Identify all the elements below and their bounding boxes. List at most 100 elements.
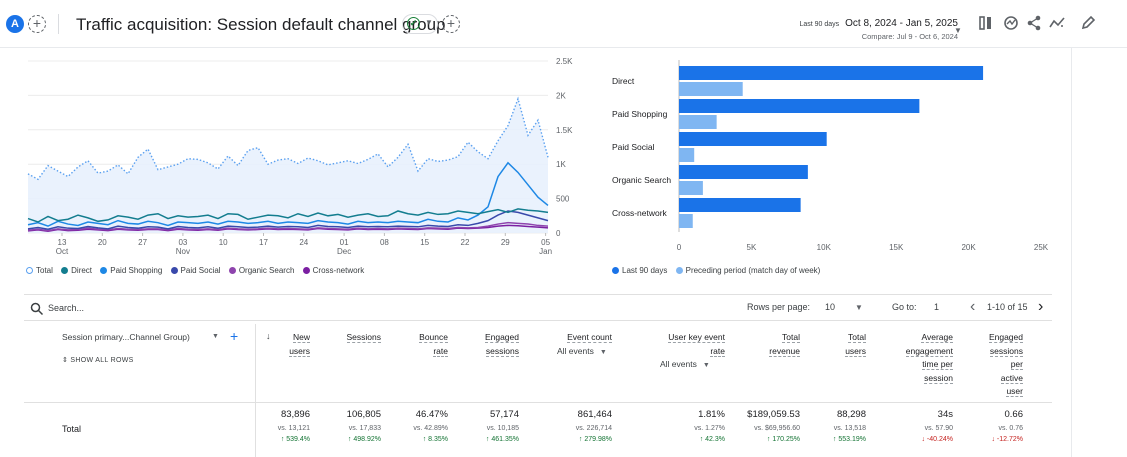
dimension-selector[interactable]: Session primary...Channel Group) — [62, 332, 190, 342]
bar-category-label: Cross-network — [612, 208, 668, 218]
column-header-text: per — [1010, 359, 1023, 370]
column-header-total-revenue[interactable]: Total revenue — [740, 331, 800, 358]
legend-label: Total — [36, 266, 53, 275]
column-header-sessions[interactable]: Sessions — [321, 331, 381, 345]
total-cell-total-users: 88,298 vs. 13,518 ↑ 553.19% — [776, 409, 866, 447]
x-tick-month-label: Jan — [539, 247, 552, 256]
legend-dot — [675, 267, 683, 274]
chevron-down-icon: ▼ — [599, 349, 607, 356]
column-header-text: revenue — [769, 345, 800, 357]
add-filter-icon[interactable]: + — [442, 15, 460, 33]
legend-item-organic-search[interactable]: Organic Search — [228, 266, 295, 275]
date-range-label: Last 90 days — [799, 21, 840, 28]
edit-icon[interactable] — [1080, 14, 1096, 32]
y-tick-label: 0 — [556, 229, 561, 238]
x-tick-month-label: Nov — [176, 247, 190, 256]
date-chevron-down-icon[interactable]: ▼ — [954, 26, 962, 35]
chevron-down-icon: ▼ — [425, 18, 433, 27]
account-avatar[interactable]: A — [6, 15, 24, 33]
legend-item-last-90-days[interactable]: Last 90 days — [612, 266, 667, 275]
legend-item-paid-social[interactable]: Paid Social — [170, 266, 221, 275]
column-header-event-count[interactable]: Event count — [532, 331, 612, 345]
column-header-new-users[interactable]: New users — [250, 331, 310, 358]
bar-previous-direct — [679, 82, 743, 96]
trend-icon[interactable] — [1049, 14, 1065, 32]
legend-label: Cross-network — [312, 266, 365, 275]
x-tick-label: 20K — [961, 243, 976, 252]
compare-value: vs. 226,714 — [575, 425, 612, 432]
show-all-rows-button[interactable]: ⇕ SHOW ALL ROWS — [62, 356, 134, 364]
x-tick-label: 03 — [178, 238, 187, 247]
page-title: Traffic acquisition: Session default cha… — [76, 15, 446, 34]
date-range-picker[interactable]: Last 90 days Oct 8, 2024 - Jan 5, 2025 Co… — [760, 18, 958, 41]
header-divider — [58, 14, 59, 34]
column-header-engaged-sessions[interactable]: Engaged sessions — [459, 331, 519, 358]
bar-category-label: Paid Social — [612, 142, 655, 152]
bar-category-label: Paid Shopping — [612, 109, 668, 119]
column-header-text: Total — [782, 332, 800, 343]
legend-dot — [228, 267, 236, 274]
legend-label: Direct — [71, 266, 93, 275]
x-tick-label: 08 — [380, 238, 389, 247]
column-header-text: session — [924, 372, 953, 384]
column-header-text: Sessions — [346, 332, 381, 343]
delta-value: ↑ 553.19% — [832, 436, 866, 443]
column-header-text: engagement — [905, 345, 953, 357]
x-tick-label: 25K — [1034, 243, 1049, 252]
column-header-bounce-rate[interactable]: Bounce rate — [388, 331, 448, 358]
chevron-down-icon: ▼ — [702, 362, 710, 369]
legend-dot — [61, 267, 69, 274]
column-header-text: sessions — [989, 345, 1023, 357]
metric-filter-dropdown[interactable]: All events ▼ — [660, 359, 710, 369]
add-comparison-icon[interactable]: + — [28, 15, 46, 33]
x-tick-month-label: Oct — [56, 247, 69, 256]
column-header-text: Bounce — [419, 332, 448, 343]
legend-item-direct[interactable]: Direct — [61, 266, 92, 275]
column-header-text: rate — [433, 345, 448, 357]
bar-previous-paid-shopping — [679, 115, 717, 129]
column-header-average-engagement-time-per-session[interactable]: Average engagement time per session — [883, 331, 953, 385]
legend-item-paid-shopping[interactable]: Paid Shopping — [100, 266, 162, 275]
x-tick-label: 05 — [541, 238, 550, 247]
compare-value: vs. 0.76 — [998, 425, 1023, 432]
total-value: 861,464 — [577, 409, 612, 420]
dimension-chevron-down-icon[interactable]: ▼ — [212, 333, 219, 340]
next-page-icon[interactable]: › — [1038, 298, 1043, 316]
legend-item-preceding-period[interactable]: Preceding period (match day of week) — [675, 266, 820, 275]
column-header-text: User key event — [668, 332, 725, 343]
bar-category-label: Direct — [612, 76, 635, 86]
share-icon[interactable] — [1026, 14, 1042, 32]
table-search-input[interactable] — [48, 301, 248, 315]
column-header-engaged-sessions-per-active-user[interactable]: Engaged sessions per active user — [973, 331, 1023, 399]
channel-bar-chart: Direct Paid Shopping Paid Social Organic Se… — [612, 60, 1049, 252]
compare-value: vs. 13,518 — [833, 425, 866, 432]
column-header-text: Engaged — [988, 332, 1023, 343]
legend-dot — [302, 267, 310, 274]
goto-page-input[interactable]: 1 — [934, 302, 939, 312]
x-tick-label: 27 — [138, 238, 147, 247]
legend-item-total[interactable]: Total — [26, 266, 53, 275]
legend-dot — [170, 267, 178, 274]
insights-icon[interactable] — [1003, 14, 1019, 32]
column-header-total-users[interactable]: Total users — [806, 331, 866, 358]
metric-filter-label: All events — [660, 359, 697, 369]
total-cell-event-count: 861,464 vs. 226,714 ↑ 279.98% — [522, 409, 612, 447]
legend-label: Organic Search — [238, 266, 295, 275]
show-all-rows-label: SHOW ALL ROWS — [70, 357, 134, 364]
total-cell-engaged-sessions: 57,174 vs. 10,185 ↑ 461.35% — [429, 409, 519, 447]
sessions-line-chart: 0 500 1K 1.5K 2K 2.5K 13Oct 20 27 03Nov 10 17 24 01De… — [27, 57, 573, 256]
add-dimension-icon[interactable]: + — [230, 328, 238, 344]
column-header-text: users — [845, 345, 866, 357]
prev-page-icon[interactable]: ‹ — [970, 298, 975, 316]
metric-filter-dropdown[interactable]: All events ▼ — [557, 346, 607, 356]
rows-per-page-select[interactable]: 10 — [825, 302, 835, 312]
rows-per-page-chevron-icon[interactable]: ▼ — [855, 303, 863, 312]
legend-item-cross-network[interactable]: Cross-network — [302, 266, 365, 275]
divider — [24, 320, 1052, 321]
compare-icon[interactable] — [978, 14, 994, 32]
y-tick-label: 2K — [556, 91, 566, 100]
delta-value: ↓ -12.72% — [991, 436, 1023, 443]
column-header-text: rate — [710, 345, 725, 357]
report-status-dropdown[interactable]: ✓ ▼ — [402, 14, 438, 34]
column-header-user-key-event-rate[interactable]: User key event rate — [635, 331, 725, 358]
